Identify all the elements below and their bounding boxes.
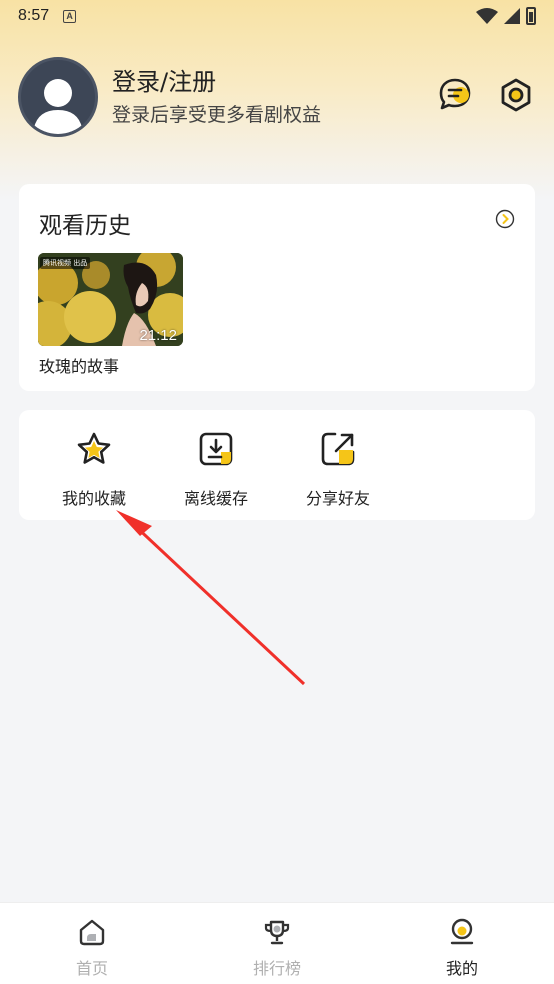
watch-history-title: 观看历史	[39, 213, 131, 239]
profile-header[interactable]: 登录/注册 登录后享受更多看剧权益	[18, 57, 321, 137]
status-time: 8:57	[18, 7, 50, 24]
status-icons	[476, 7, 536, 25]
login-subtitle: 登录后享受更多看剧权益	[112, 104, 322, 126]
tab-ranking[interactable]: 排行榜	[222, 917, 332, 979]
favorites-button[interactable]: 我的收藏	[39, 430, 149, 509]
tab-ranking-label: 排行榜	[252, 959, 301, 978]
share-friends-button[interactable]: 分享好友	[283, 430, 393, 509]
bottom-nav: 首页 排行榜 我的	[0, 902, 554, 984]
notification-icon: A	[63, 9, 77, 23]
status-bar: 8:57 A	[0, 0, 554, 32]
tab-mine-label: 我的	[445, 959, 478, 978]
thumbnail-tag: 腾讯视频 出品	[40, 257, 91, 269]
thumbnail-duration: 21:12	[139, 327, 177, 344]
trophy-icon	[264, 920, 290, 945]
user-avatar-icon[interactable]	[18, 57, 98, 137]
profile-text: 登录/注册 登录后享受更多看剧权益	[112, 67, 321, 127]
tab-mine[interactable]: 我的	[407, 917, 517, 979]
home-icon	[79, 919, 105, 946]
wifi-icon	[476, 8, 498, 24]
tab-home[interactable]: 首页	[37, 917, 147, 979]
message-icon[interactable]	[438, 77, 472, 111]
star-icon	[77, 432, 111, 464]
download-icon	[199, 432, 233, 466]
offline-cache-label: 离线缓存	[183, 489, 248, 508]
share-icon	[321, 432, 355, 466]
history-item-title[interactable]: 玫瑰的故事	[39, 353, 119, 377]
chevron-right-icon[interactable]	[495, 209, 515, 229]
settings-icon[interactable]	[498, 77, 534, 113]
share-friends-label: 分享好友	[305, 489, 370, 508]
quick-actions-card: 我的收藏 离线缓存 分享好友	[19, 410, 535, 520]
watch-history-card: 观看历史 腾讯视频 出品 21:12 玫瑰的故事	[19, 184, 535, 391]
history-thumbnail[interactable]: 腾讯视频 出品 21:12	[38, 253, 183, 346]
offline-cache-button[interactable]: 离线缓存	[161, 430, 271, 509]
battery-icon	[526, 7, 536, 25]
tab-home-label: 首页	[75, 959, 108, 978]
login-register-link[interactable]: 登录/注册	[112, 67, 321, 97]
favorites-label: 我的收藏	[61, 489, 126, 508]
signal-icon	[504, 8, 520, 24]
profile-icon	[450, 918, 474, 945]
